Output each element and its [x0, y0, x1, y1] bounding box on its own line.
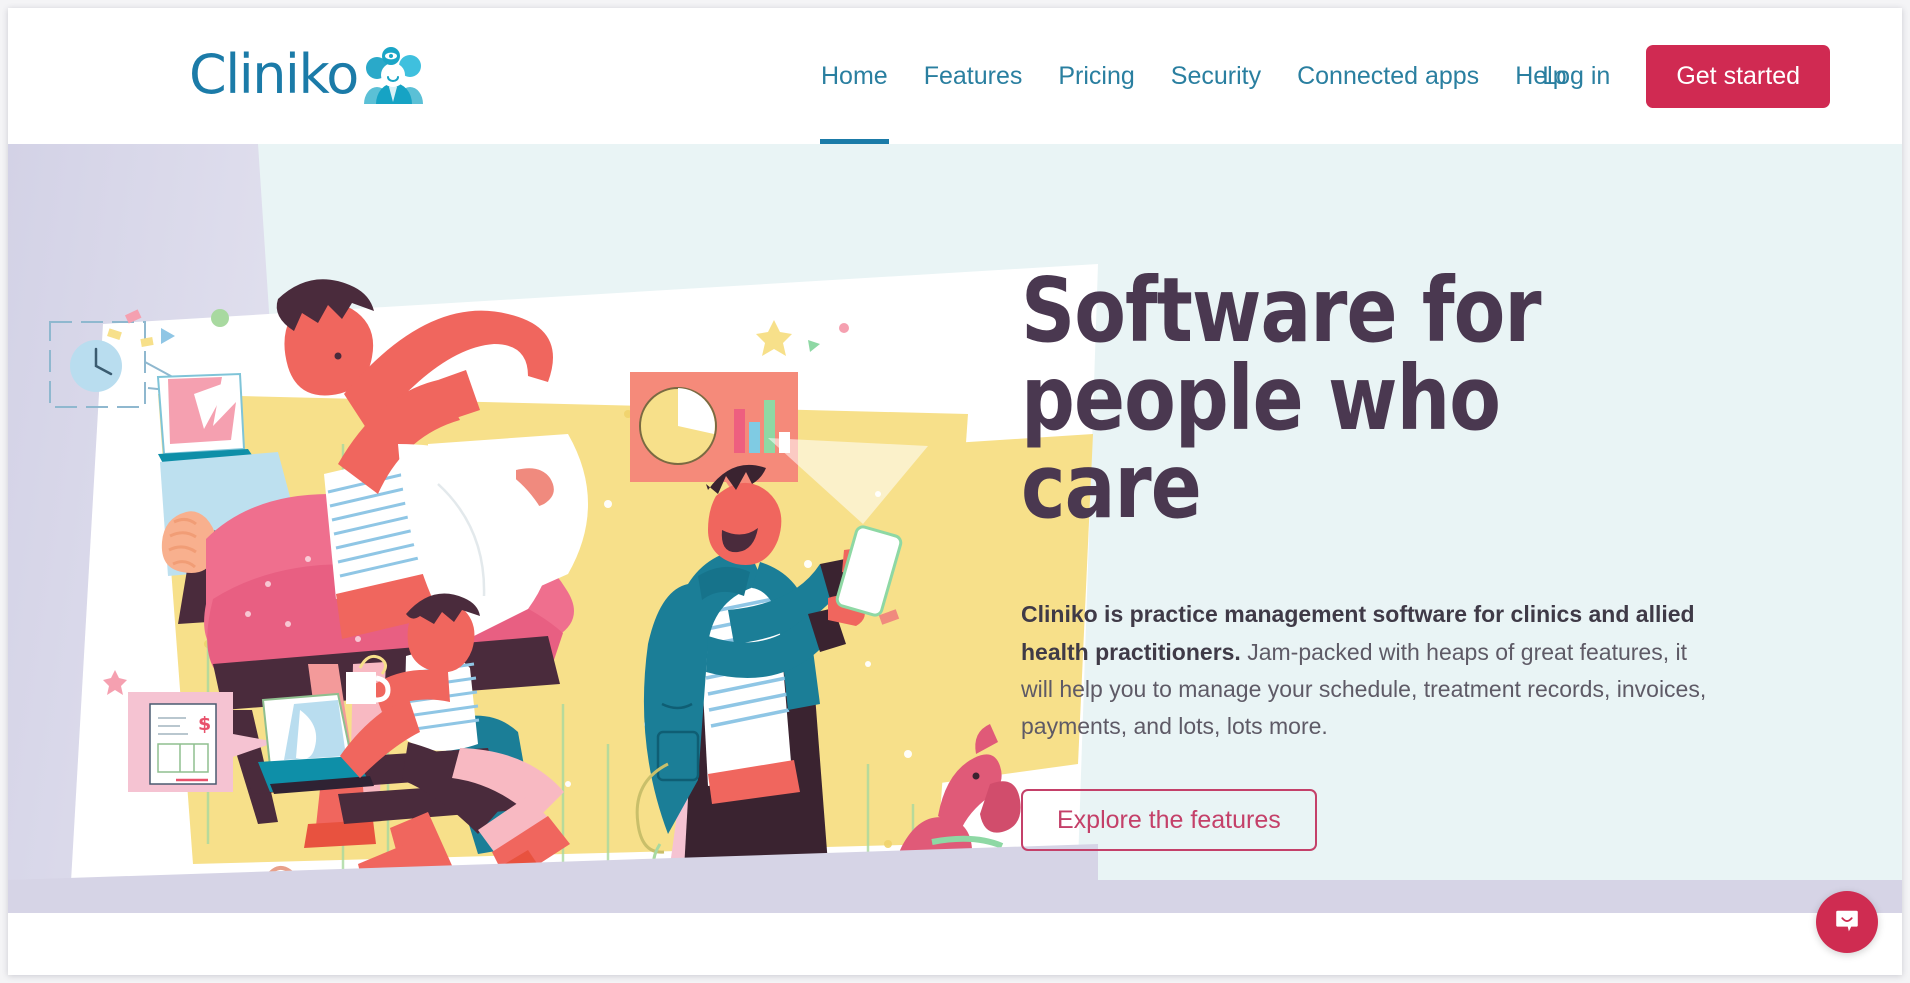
nav-item-connected-apps[interactable]: Connected apps [1279, 8, 1497, 144]
clinic-people-illustration: $ [8, 144, 1098, 913]
hero-description: Cliniko is practice management software … [1021, 596, 1711, 745]
hero-title-line-2: people who care [1021, 346, 1501, 539]
chat-bubble-icon [1832, 906, 1862, 939]
site-header: Cliniko Home Features Pricing Security C… [8, 8, 1902, 144]
nav-item-pricing[interactable]: Pricing [1040, 8, 1152, 144]
main-nav: Home Features Pricing Security Connected… [803, 8, 1585, 144]
nav-item-home[interactable]: Home [803, 8, 906, 144]
login-link[interactable]: Log in [1518, 62, 1634, 91]
logo-link[interactable]: Cliniko [189, 40, 424, 110]
page-bottom-band [8, 913, 1902, 975]
explore-features-button[interactable]: Explore the features [1021, 789, 1317, 852]
nav-item-security[interactable]: Security [1153, 8, 1279, 144]
chat-launcher-button[interactable] [1816, 891, 1878, 953]
svg-text:$: $ [198, 713, 211, 735]
get-started-button[interactable]: Get started [1646, 44, 1830, 108]
auth-group: Log in Get started [1518, 8, 1902, 144]
page-title: Software for people who care [1021, 266, 1698, 531]
people-group-icon [362, 46, 424, 104]
hero-section: $ Software for people who care Cliniko i… [8, 144, 1902, 913]
hero-copy: Software for people who care Cliniko is … [1021, 266, 1741, 852]
logo-wordmark: Cliniko [189, 43, 359, 106]
nav-item-features[interactable]: Features [906, 8, 1041, 144]
browser-viewport: Cliniko Home Features Pricing Security C… [8, 8, 1902, 975]
